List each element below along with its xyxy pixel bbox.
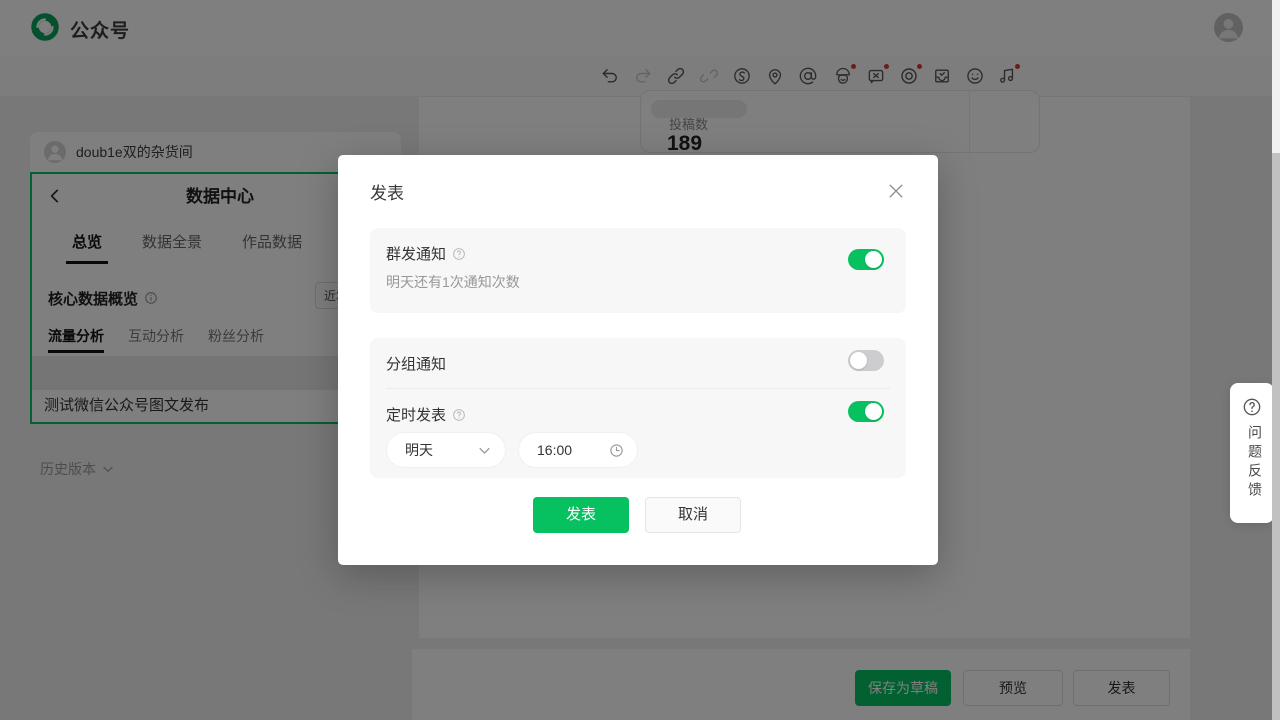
mass-notify-section: 群发通知 明天还有1次通知次数 [370, 228, 906, 313]
section-divider [386, 388, 890, 389]
toggle-knob [865, 251, 882, 268]
toggle-knob [865, 403, 882, 420]
schedule-toggle-on[interactable] [848, 401, 884, 422]
question-circle-icon [1242, 397, 1262, 417]
scrollbar-track [1272, 0, 1280, 720]
schedule-row: 定时发表 [386, 404, 466, 425]
dialog-title: 发表 [370, 179, 404, 204]
group-notify-label: 分组通知 [386, 353, 446, 374]
schedule-date-select[interactable]: 明天 [386, 432, 506, 468]
group-notify-toggle-off[interactable] [848, 350, 884, 371]
schedule-label: 定时发表 [386, 404, 446, 425]
help-icon[interactable] [452, 247, 466, 261]
publish-confirm-button[interactable]: 发表 [533, 497, 629, 533]
feedback-button[interactable]: 问题反馈 [1230, 383, 1274, 523]
close-icon[interactable] [886, 181, 906, 201]
cancel-button[interactable]: 取消 [645, 497, 741, 533]
chevron-down-icon [477, 443, 492, 458]
publish-dialog: 发表 群发通知 明天还有1次通知次数 分组通知 定时发表 明天 [338, 155, 938, 565]
scrollbar-thumb[interactable] [1272, 153, 1280, 720]
group-notify-row: 分组通知 [386, 353, 446, 374]
schedule-time-input[interactable]: 16:00 [518, 432, 638, 468]
mass-notify-toggle-on[interactable] [848, 249, 884, 270]
schedule-date-value: 明天 [405, 433, 433, 467]
schedule-time-value: 16:00 [537, 433, 572, 467]
group-schedule-section: 分组通知 定时发表 明天 16:00 [370, 338, 906, 478]
mass-notify-hint: 明天还有1次通知次数 [386, 272, 520, 292]
help-icon[interactable] [452, 408, 466, 422]
mass-notify-row: 群发通知 [386, 243, 466, 264]
clock-icon [609, 443, 624, 458]
toggle-knob [850, 352, 867, 369]
mass-notify-label: 群发通知 [386, 243, 446, 264]
